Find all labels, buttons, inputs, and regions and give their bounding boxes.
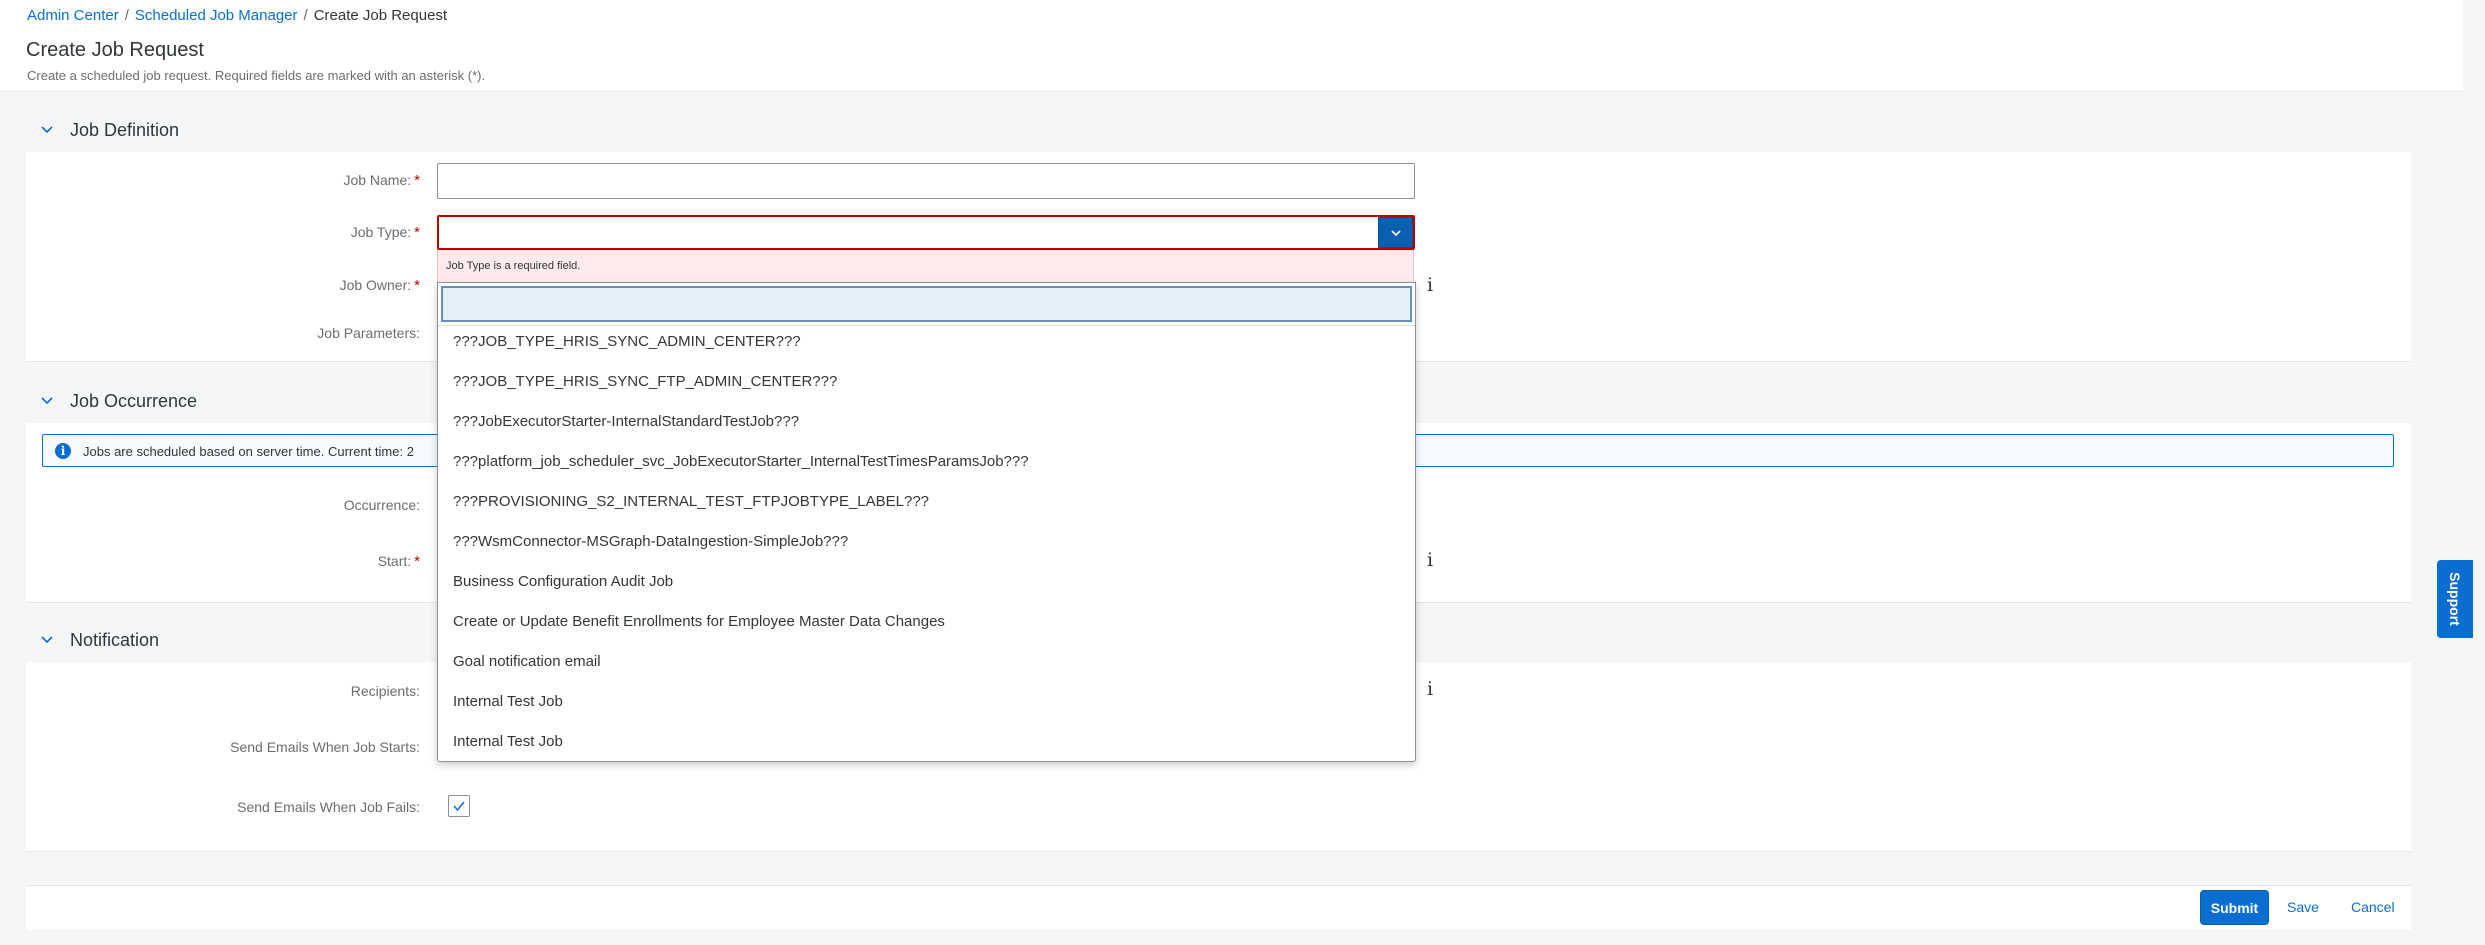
section-title-job-occurrence: Job Occurrence — [70, 390, 198, 411]
breadcrumb-admin-center[interactable]: Admin Center — [27, 7, 119, 24]
send-fail-checkbox[interactable] — [448, 795, 470, 817]
save-button[interactable]: Save — [2287, 899, 2319, 915]
recipients-info-icon[interactable]: i — [1427, 678, 1433, 700]
footer-toolbar — [26, 885, 2411, 930]
section-title-notification: Notification — [70, 629, 160, 650]
start-info-icon[interactable]: i — [1427, 549, 1433, 571]
dropdown-option[interactable]: ???JobExecutorStarter-InternalStandardTe… — [453, 413, 799, 430]
job-type-error-message: Job Type is a required field. — [437, 250, 1414, 283]
dropdown-option[interactable]: ???JOB_TYPE_HRIS_SYNC_FTP_ADMIN_CENTER??… — [453, 373, 837, 390]
recipients-label: Recipients: — [350, 683, 420, 699]
checkmark-icon — [453, 801, 465, 812]
chevron-down-icon[interactable] — [38, 121, 56, 139]
send-start-label: Send Emails When Job Starts: — [230, 739, 420, 755]
job-type-dropdown-list: ???JOB_TYPE_HRIS_SYNC_ADMIN_CENTER??? ??… — [437, 282, 1416, 762]
dropdown-option[interactable]: ???PROVISIONING_S2_INTERNAL_TEST_FTPJOBT… — [453, 493, 929, 510]
breadcrumb: Admin Center / Scheduled Job Manager / Creat… — [27, 7, 447, 24]
dropdown-option[interactable]: ???WsmConnector-MSGraph-DataIngestion-Si… — [453, 533, 848, 550]
job-type-label: Job Type: * — [350, 224, 420, 241]
start-label: Start: * — [377, 553, 420, 570]
job-type-dropdown-button[interactable] — [1378, 217, 1413, 248]
chevron-down-icon[interactable] — [38, 392, 56, 410]
section-header-job-definition[interactable]: Job Definition — [0, 110, 400, 150]
send-fail-label: Send Emails When Job Fails: — [237, 799, 420, 815]
job-type-combobox[interactable] — [437, 215, 1415, 250]
dropdown-option[interactable]: Create or Update Benefit Enrollments for… — [453, 613, 945, 630]
page-title: Create Job Request — [26, 39, 204, 61]
server-time-info-text: Jobs are scheduled based on server time.… — [83, 444, 414, 459]
section-header-job-occurrence[interactable]: Job Occurrence — [0, 381, 400, 421]
job-name-input[interactable] — [437, 163, 1415, 199]
page-subtitle: Create a scheduled job request. Required… — [27, 68, 486, 83]
support-label: Support — [2447, 572, 2463, 626]
page-header: Admin Center / Scheduled Job Manager / Creat… — [0, 0, 2463, 92]
dropdown-option[interactable]: Goal notification email — [453, 653, 601, 670]
info-icon: i — [55, 443, 71, 459]
cancel-button[interactable]: Cancel — [2351, 899, 2395, 915]
breadcrumb-separator: / — [124, 7, 129, 24]
job-name-label: Job Name: * — [343, 172, 420, 189]
job-type-dropdown-search-input[interactable] — [441, 286, 1412, 322]
section-header-notification[interactable]: Notification — [0, 620, 400, 660]
breadcrumb-current: Create Job Request — [313, 7, 448, 24]
breadcrumb-separator: / — [303, 7, 308, 24]
occurrence-label: Occurrence: — [343, 497, 420, 513]
dropdown-option[interactable]: Internal Test Job — [453, 733, 563, 750]
section-title-job-definition: Job Definition — [70, 119, 180, 140]
dropdown-option[interactable]: Business Configuration Audit Job — [453, 573, 673, 590]
chevron-down-icon[interactable] — [38, 631, 56, 649]
chevron-down-icon — [1390, 229, 1401, 236]
dropdown-option[interactable]: ???JOB_TYPE_HRIS_SYNC_ADMIN_CENTER??? — [453, 333, 801, 350]
job-owner-label: Job Owner: * — [339, 277, 420, 294]
job-owner-info-icon[interactable]: i — [1427, 274, 1433, 296]
dropdown-option[interactable]: ???platform_job_scheduler_svc_JobExecuto… — [453, 453, 1029, 470]
dropdown-option[interactable]: Internal Test Job — [453, 693, 563, 710]
breadcrumb-scheduled-job-manager[interactable]: Scheduled Job Manager — [135, 7, 298, 24]
submit-button[interactable]: Submit — [2200, 890, 2269, 925]
job-parameters-label: Job Parameters: — [317, 325, 420, 341]
dropdown-separator — [438, 325, 1415, 326]
support-tab[interactable]: Support — [2437, 560, 2473, 638]
